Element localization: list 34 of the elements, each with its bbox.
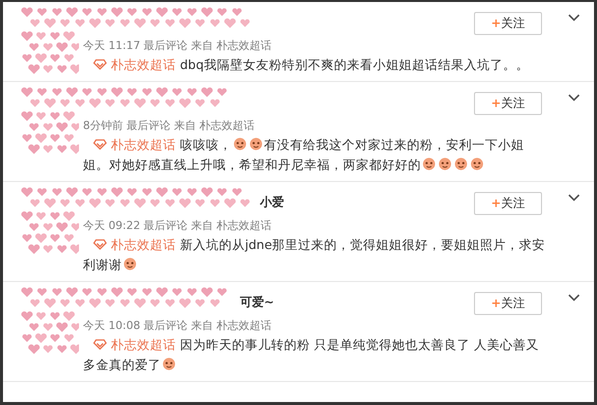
comment-text: dbq我隔壁女友粉特别不爽的来看小姐姐超话结果入坑了。。 [180,57,529,72]
comment-text: 咳咳咳， [180,137,232,152]
chevron-down-icon[interactable] [568,94,580,102]
follow-button[interactable]: +关注 [474,12,542,35]
comment-meta: 今天 10:08 最后评论 来自 朴志效超话 [83,318,273,333]
comment-text: 新入坑的从jdne那里过来的，觉得姐姐很好，要姐姐照片，求安 [180,237,546,252]
comment-meta: 今天 09:22 最后评论 来自 朴志效超话 [83,218,273,233]
chevron-down-icon[interactable] [568,14,580,22]
comment-text: 多金真的爱了 [83,357,161,372]
comment-meta: 8分钟前 最后评论 来自 朴志效超话 [83,118,256,133]
emoji-icon [161,357,177,371]
comment-text: 利谢谢 [83,257,122,272]
username: 小爱 [260,194,284,211]
emoji-icon [248,137,264,151]
follow-button[interactable]: +关注 [474,192,542,215]
comment-meta: 今天 11:17 最后评论 来自 朴志效超话 [83,38,273,53]
comment-text: 姐。对她好感直线上升哦，希望和丹尼幸福，两家都好好的 [83,157,421,172]
super-topic-icon [93,59,107,70]
emoji-icon [453,157,469,171]
emoji-icon [421,157,437,171]
username: 可爱~ [240,294,274,311]
super-topic-icon [93,339,107,350]
comment-text: 有没有给我这个对家过来的粉，安利一下小姐 [264,137,524,152]
super-topic-icon [93,139,107,150]
chevron-down-icon[interactable] [568,294,580,302]
emoji-icon [437,157,453,171]
chevron-down-icon[interactable] [568,194,580,202]
follow-button[interactable]: +关注 [474,292,542,315]
follow-button[interactable]: +关注 [474,92,542,115]
comment-text: 因为昨天的事儿转的粉 只是单纯觉得她也太善良了 人美心善又 [180,337,539,352]
emoji-icon [469,157,485,171]
super-topic-icon [93,239,107,250]
emoji-icon [122,257,138,271]
emoji-icon [232,137,248,151]
